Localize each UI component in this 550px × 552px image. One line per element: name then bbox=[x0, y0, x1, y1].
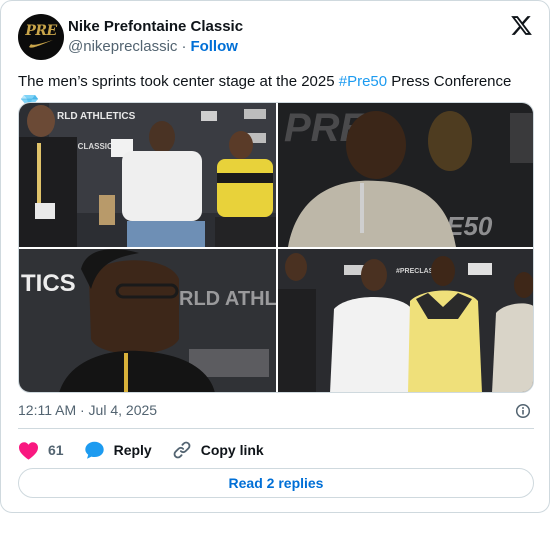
like-button[interactable]: 61 bbox=[18, 441, 64, 460]
timestamp[interactable]: 12:11 AM · Jul 4, 2025 bbox=[18, 402, 157, 418]
divider bbox=[18, 428, 534, 429]
photo-athletes-standing: #PRECLASS bbox=[278, 249, 533, 392]
photo-2[interactable]: PRE PRE50 bbox=[278, 103, 533, 247]
link-icon bbox=[173, 441, 191, 459]
photo-grid: RLD ATHLETICS PRE CLASSIC PRE PRE50 TICS… bbox=[18, 102, 534, 393]
heart-icon bbox=[19, 441, 38, 460]
info-icon[interactable] bbox=[515, 403, 531, 419]
swoosh-icon bbox=[29, 40, 53, 48]
reply-button[interactable]: Reply bbox=[84, 440, 152, 460]
tweet-card: PRE Nike Prefontaine Classic @nikeprecla… bbox=[0, 0, 550, 513]
like-count: 61 bbox=[48, 442, 64, 458]
read-replies-button[interactable]: Read 2 replies bbox=[18, 468, 534, 498]
copy-link-label: Copy link bbox=[200, 442, 264, 458]
photo-1[interactable]: RLD ATHLETICS PRE CLASSIC bbox=[19, 103, 276, 247]
action-bar: 61 Reply Copy link bbox=[18, 438, 284, 462]
avatar[interactable]: PRE bbox=[18, 14, 64, 60]
author-handle[interactable]: @nikepreclassic bbox=[68, 38, 177, 55]
copy-link-button[interactable]: Copy link bbox=[172, 440, 264, 460]
author-handle-row: @nikepreclassic · Follow bbox=[68, 38, 238, 55]
tweet-text-start: The men’s sprints took center stage at t… bbox=[18, 73, 339, 90]
photo-panel-athletes-seated: RLD ATHLETICS PRE CLASSIC bbox=[19, 103, 276, 247]
author-name[interactable]: Nike Prefontaine Classic bbox=[68, 18, 243, 35]
x-logo-icon[interactable] bbox=[510, 14, 533, 37]
avatar-logo-text: PRE bbox=[25, 23, 57, 39]
backdrop-text-1: RLD ATHLETICS bbox=[57, 111, 136, 122]
photo-3[interactable]: TICS RLD ATHLETI bbox=[19, 249, 276, 392]
tweet-text-end: Press Conference bbox=[387, 73, 512, 90]
photo-athlete-closeup: TICS RLD ATHLETI bbox=[19, 249, 276, 392]
hashtag-link[interactable]: #Pre50 bbox=[339, 73, 387, 90]
photo-4[interactable]: #PRECLASS bbox=[278, 249, 533, 392]
reply-bubble-icon bbox=[84, 441, 104, 459]
follow-button[interactable]: Follow bbox=[190, 38, 238, 55]
reply-label: Reply bbox=[113, 442, 152, 458]
backdrop-text-6: RLD ATHLETI bbox=[179, 288, 276, 310]
photo-athlete-speaking: PRE PRE50 bbox=[278, 103, 533, 247]
backdrop-text-5: TICS bbox=[21, 270, 76, 297]
